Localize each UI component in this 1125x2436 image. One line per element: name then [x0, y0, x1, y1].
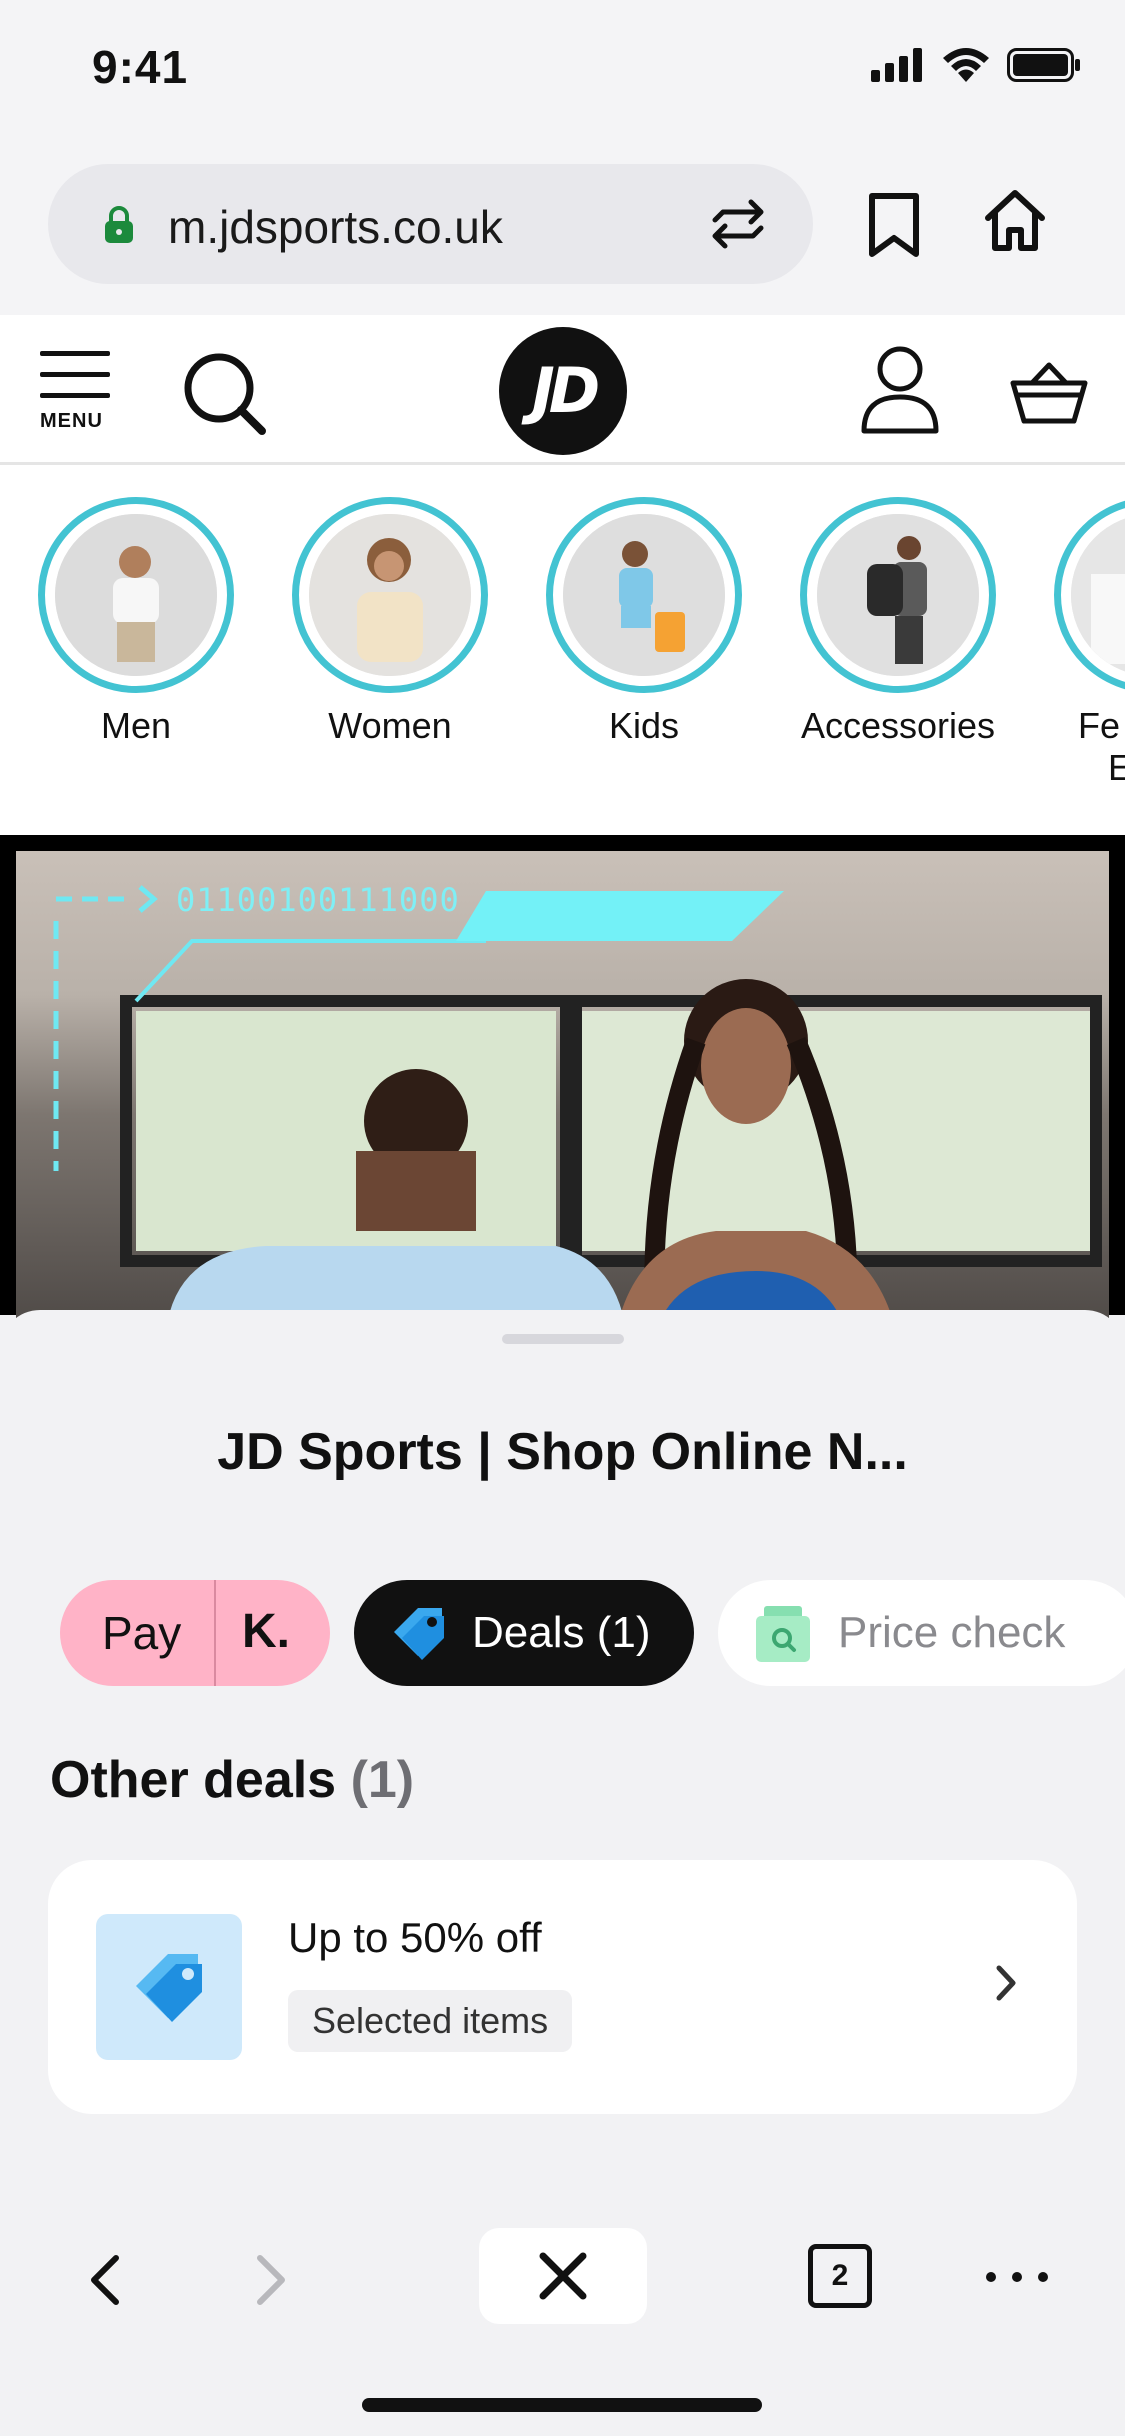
category-men[interactable]: Men — [8, 497, 264, 747]
klarna-pay-label: Pay — [102, 1607, 182, 1659]
deal-card[interactable]: Up to 50% off Selected items — [48, 1860, 1077, 2114]
other-deals-count: (1) — [350, 1751, 415, 1809]
price-tag-icon — [394, 1608, 444, 1660]
category-accessories-image — [817, 514, 979, 676]
hero-code-text: 01100100111000 — [176, 881, 460, 919]
deal-thumbnail — [96, 1914, 242, 2060]
deals-chip[interactable]: Deals (1) — [354, 1580, 694, 1686]
deals-chip-label: Deals (1) — [472, 1608, 651, 1657]
home-icon[interactable] — [984, 188, 1046, 252]
translate-swap-icon[interactable] — [707, 194, 769, 254]
category-women-image — [309, 514, 471, 676]
hero-banner[interactable]: 01100100111000 — [0, 835, 1125, 1331]
status-time: 9:41 — [92, 41, 189, 93]
site-header: MENU JD — [0, 315, 1125, 465]
category-label: Accessories — [800, 705, 996, 746]
deal-tag: Selected items — [288, 1990, 573, 2052]
klarna-pay-chip[interactable]: Pay K. — [60, 1580, 330, 1686]
category-label: Men — [100, 705, 172, 746]
bookmark-icon[interactable] — [868, 192, 920, 258]
jd-logo[interactable]: JD — [499, 327, 627, 455]
status-bar: 9:41 — [0, 0, 1125, 140]
home-indicator — [362, 2398, 762, 2412]
account-icon[interactable] — [860, 345, 940, 435]
other-deals-label: Other deals — [50, 1751, 337, 1809]
menu-button[interactable]: MENU — [40, 351, 110, 433]
signal-icon — [871, 48, 922, 82]
category-kids-image — [563, 514, 725, 676]
search-icon[interactable] — [182, 351, 268, 437]
category-label: Fe E — [1078, 705, 1125, 788]
price-check-icon — [756, 1606, 810, 1662]
chip-divider — [214, 1580, 216, 1686]
deal-title: Up to 50% off — [288, 1914, 542, 1961]
other-deals-heading: Other deals (1) — [50, 1750, 414, 1810]
category-partial-ring — [1054, 497, 1125, 693]
category-label: Kids — [608, 705, 680, 746]
chevron-right-icon — [996, 1965, 1016, 2001]
category-label: Women — [328, 705, 452, 746]
tabs-button[interactable]: 2 — [808, 2244, 872, 2308]
menu-label: MENU — [40, 410, 103, 432]
category-men-image — [55, 514, 217, 676]
browser-toolbar: 2 — [0, 2180, 1125, 2360]
price-tag-icon — [136, 1954, 202, 2022]
close-icon — [539, 2252, 587, 2300]
status-icons — [871, 48, 1081, 82]
price-check-label: Price check — [838, 1608, 1066, 1657]
klarna-logo: K. — [242, 1605, 290, 1658]
category-kids[interactable]: Kids — [516, 497, 772, 747]
price-check-chip[interactable]: Price check — [718, 1580, 1125, 1686]
basket-icon[interactable] — [1010, 359, 1088, 425]
category-partial[interactable]: Fe E — [1024, 497, 1125, 789]
address-bar[interactable]: m.jdsports.co.uk — [48, 164, 813, 284]
battery-icon — [1007, 48, 1080, 82]
close-sheet-button[interactable] — [479, 2228, 647, 2324]
sheet-title: JD Sports | Shop Online N... — [217, 1423, 908, 1481]
category-accessories[interactable]: Accessories — [770, 497, 1026, 747]
more-icon[interactable] — [986, 2272, 1048, 2282]
hero-image: 01100100111000 — [16, 851, 1109, 1331]
wifi-icon — [943, 48, 989, 82]
category-carousel: Men Women Kids Accessories Fe E — [0, 465, 1125, 835]
web-content: MENU JD Men Women Kids Accessories Fe E … — [0, 315, 1125, 1331]
browser-address-row: m.jdsports.co.uk — [0, 140, 1125, 315]
sheet-grabber[interactable] — [502, 1334, 624, 1344]
lock-icon — [105, 206, 133, 243]
address-url: m.jdsports.co.uk — [168, 201, 503, 253]
forward-icon[interactable] — [254, 2254, 290, 2306]
back-icon[interactable] — [86, 2254, 122, 2306]
category-women[interactable]: Women — [262, 497, 518, 747]
